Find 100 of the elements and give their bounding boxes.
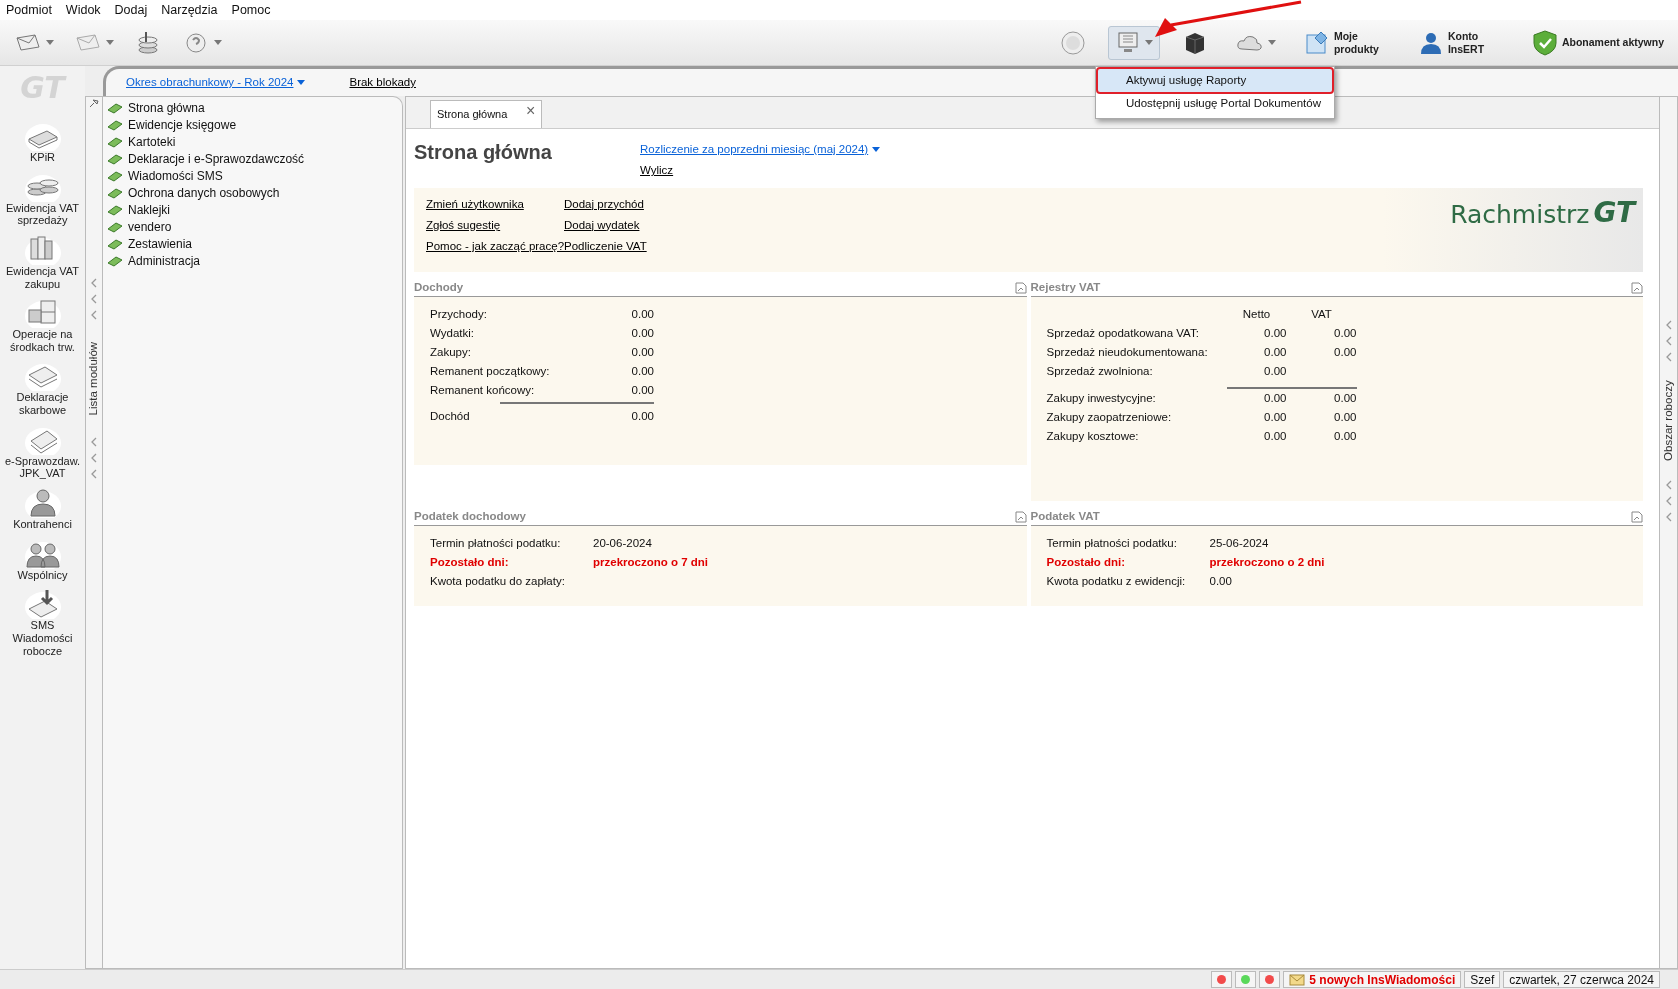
quick-link[interactable]: Dodaj wydatek [564, 216, 640, 234]
module-item[interactable]: Naklejki [128, 200, 170, 219]
module-item[interactable]: Strona główna [128, 98, 205, 117]
module-item[interactable]: Zestawienia [128, 234, 193, 253]
row-value: 0.00 [630, 344, 654, 360]
person-icon[interactable] [22, 486, 63, 519]
export-icon[interactable] [1631, 281, 1643, 294]
caret-icon[interactable] [46, 40, 54, 45]
row-label: Kwota podatku do zapłaty: [430, 573, 566, 589]
row-label: Wydatki: [430, 325, 475, 341]
panel-title: Dochody [414, 279, 464, 295]
menu-item[interactable]: Widok [65, 0, 101, 20]
row-value: 0.00 [630, 363, 654, 379]
chevron-icon[interactable] [90, 293, 98, 304]
envelope-icon[interactable] [1289, 973, 1306, 986]
row-label: Zakupy zaopatrzeniowe: [1046, 409, 1173, 425]
quick-link[interactable]: Zmień użytkownika [426, 195, 524, 213]
row-label: Sprzedaż opodatkowana VAT: [1046, 325, 1200, 341]
menu-item[interactable]: Udostępnij usługę Portal Dokumentów [1098, 92, 1332, 116]
row-label: Termin płatności podatku: [430, 535, 562, 551]
export-icon[interactable] [1014, 510, 1027, 523]
row-label: Zakupy: [430, 344, 472, 360]
module-item[interactable]: Deklaracje i e-Sprawozdawczość [128, 149, 305, 168]
row-value: przekroczono o 2 dni [1209, 554, 1326, 570]
module-button[interactable]: Ewidencja VAT zakupu [6, 264, 79, 291]
panel-title: Podatek dochodowy [414, 508, 526, 524]
menu-item[interactable]: Narzędzia [161, 0, 218, 20]
module-button[interactable]: SMS Wiadomości robocze [12, 619, 73, 658]
chevron-icon[interactable] [90, 469, 98, 480]
chevron-icon[interactable] [90, 309, 98, 320]
chevron-icon[interactable] [1664, 495, 1673, 506]
export-icon[interactable] [1631, 510, 1643, 523]
quick-link[interactable]: Podliczenie VAT [564, 238, 647, 256]
menu-item[interactable]: Podmiot [6, 0, 52, 20]
row-value: 0.00 [1333, 390, 1357, 406]
row-value: 0.00 [1263, 390, 1287, 406]
menu-item[interactable]: Dodaj [114, 0, 148, 20]
chevron-icon[interactable] [90, 453, 98, 464]
tab[interactable]: Strona główna × [430, 100, 543, 128]
toolbar-label: Moje produkty [1333, 29, 1380, 56]
page-title: Strona główna [414, 140, 553, 165]
panel-title: Podatek VAT [1030, 508, 1100, 524]
module-item[interactable]: Ochrona danych osobowych [128, 183, 280, 202]
row-label: Remanent końcowy: [430, 382, 536, 398]
pin-icon[interactable] [88, 97, 100, 109]
row-value: 0.00 [1333, 428, 1357, 444]
shield-icon[interactable] [1531, 28, 1558, 57]
row-value: 0.00 [630, 382, 654, 398]
lock-link[interactable]: Brak blokady [349, 73, 416, 92]
period-link[interactable]: Rozliczenie za poprzedni miesiąc (maj 2024) [640, 141, 881, 159]
calculate-link[interactable]: Wylicz [640, 162, 674, 180]
module-item[interactable]: vendero [128, 217, 172, 236]
module-button[interactable]: Wspólnicy [17, 568, 68, 582]
export-icon[interactable] [1014, 281, 1027, 294]
module-button[interactable]: e-Sprawozdaw. JPK_VAT [4, 454, 81, 481]
menu-item[interactable]: Pomoc [231, 0, 271, 20]
toolbar-label: Konto InsERT [1447, 29, 1486, 56]
product-tiles-icon[interactable] [1303, 29, 1330, 56]
chevron-icon[interactable] [1664, 336, 1673, 347]
row-value: 0.00 [1263, 325, 1287, 341]
quick-link[interactable]: Pomoc - jak zacząć pracę? [426, 238, 565, 256]
row-value: 25-06-2024 [1209, 535, 1270, 551]
caret-icon[interactable] [872, 147, 881, 153]
close-button[interactable]: × [526, 103, 536, 119]
quick-link[interactable]: Dodaj przychód [564, 195, 644, 213]
period-link[interactable]: Okres obrachunkowy - Rok 2024 [126, 73, 306, 92]
chevron-icon[interactable] [1664, 479, 1673, 490]
row-value: 0.00 [1263, 363, 1287, 379]
chevron-icon[interactable] [1664, 352, 1673, 363]
row-label: Przychody: [430, 306, 488, 322]
caret-icon[interactable] [1267, 40, 1276, 45]
row-value: 0.00 [630, 408, 654, 424]
row-label: Sprzedaż zwolniona: [1046, 363, 1154, 379]
module-button[interactable]: Deklaracje skarbowe [16, 391, 69, 417]
row-value: 0.00 [1263, 428, 1287, 444]
module-button[interactable]: KPiR [29, 151, 56, 164]
column-header: VAT [1310, 306, 1333, 322]
row-label: Zakupy kosztowe: [1046, 428, 1140, 444]
module-button[interactable]: Kontrahenci [13, 518, 72, 531]
module-button[interactable]: Operacje na środkach trw. [10, 328, 75, 354]
chevron-icon[interactable] [90, 277, 98, 288]
caret-icon[interactable] [106, 40, 114, 45]
module-item[interactable]: Administracja [128, 251, 201, 270]
caret-icon[interactable] [297, 80, 306, 85]
module-button[interactable]: Ewidencja VAT sprzedaży [6, 201, 79, 227]
module-item[interactable]: Kartoteki [128, 132, 176, 151]
row-value: 0.00 [1209, 573, 1233, 589]
menu-item[interactable]: Aktywuj usługę Raporty [1098, 69, 1332, 93]
chevron-icon[interactable] [1664, 320, 1673, 331]
row-label: Zakupy inwestycyjne: [1046, 390, 1157, 406]
quick-link[interactable]: Zgłoś sugestię [426, 216, 501, 234]
chevron-icon[interactable] [1664, 511, 1673, 522]
chevron-icon[interactable] [90, 437, 98, 448]
module-item[interactable]: Ewidencje księgowe [128, 115, 237, 134]
caret-icon[interactable] [214, 40, 222, 45]
module-item[interactable]: Wiadomości SMS [128, 166, 223, 185]
row-label: Termin płatności podatku: [1046, 535, 1178, 551]
toolbar-button[interactable] [1107, 25, 1160, 60]
status-date: czwartek, 27 czerwca 2024 [1503, 971, 1660, 988]
row-label: Pozostało dni: [430, 554, 510, 570]
